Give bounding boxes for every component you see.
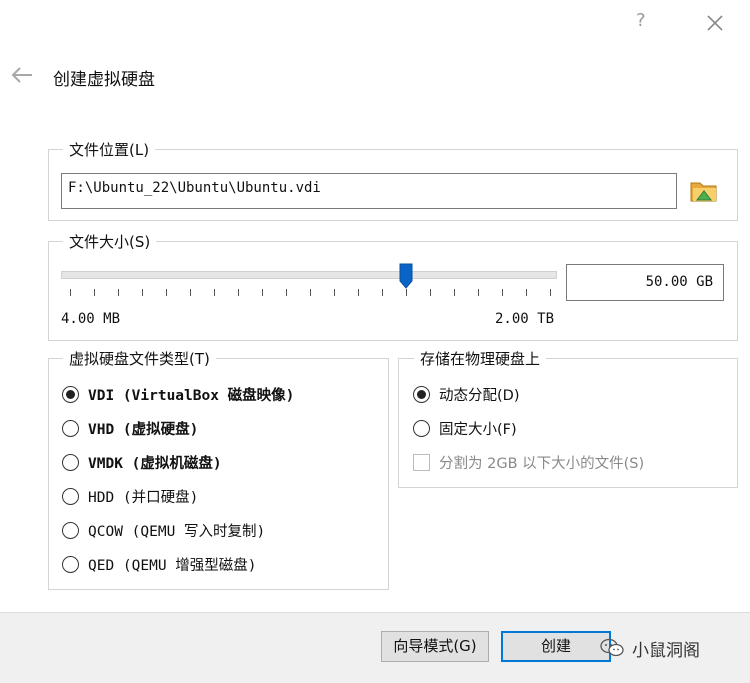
file-size-slider[interactable]	[61, 271, 557, 279]
help-button[interactable]: ?	[636, 10, 646, 31]
slider-tick	[526, 289, 527, 296]
max-size-label: 2.00 TB	[495, 311, 555, 327]
min-size-label: 4.00 MB	[61, 311, 121, 327]
slider-tick	[358, 289, 359, 296]
slider-tick	[286, 289, 287, 296]
radio-label: HDD (并口硬盘)	[88, 489, 199, 506]
slider-tick	[550, 289, 551, 296]
slider-tick	[454, 289, 455, 296]
radio-qed[interactable]: QED (QEMU 增强型磁盘)	[62, 553, 257, 575]
radio-label: 固定大小(F)	[439, 421, 517, 438]
wechat-icon	[600, 638, 624, 657]
radio-label: QED (QEMU 增强型磁盘)	[88, 557, 257, 574]
slider-tick	[430, 289, 431, 296]
radio-label: QCOW (QEMU 写入时复制)	[88, 523, 266, 540]
radio-button[interactable]	[62, 521, 79, 539]
radio-hdd[interactable]: HDD (并口硬盘)	[62, 485, 198, 507]
radio-vdi[interactable]: VDI (VirtualBox 磁盘映像)	[62, 383, 294, 405]
slider-tick	[310, 289, 311, 296]
slider-tick	[502, 289, 503, 296]
radio-qcow[interactable]: QCOW (QEMU 写入时复制)	[62, 519, 265, 541]
folder-icon[interactable]	[689, 176, 719, 204]
slider-tick	[478, 289, 479, 296]
radio-button[interactable]	[62, 419, 79, 437]
slider-tick	[334, 289, 335, 296]
radio-vhd[interactable]: VHD (虚拟硬盘)	[62, 417, 198, 439]
radio-fixed[interactable]: 固定大小(F)	[413, 417, 517, 439]
radio-button[interactable]	[413, 385, 430, 403]
file-location-legend: 文件位置(L)	[63, 139, 156, 160]
checkbox-label: 分割为 2GB 以下大小的文件(S)	[439, 455, 645, 472]
radio-label: VHD (虚拟硬盘)	[88, 421, 199, 438]
radio-label: VDI (VirtualBox 磁盘映像)	[88, 387, 295, 404]
watermark-text: 小鼠洞阁	[632, 641, 700, 661]
radio-button[interactable]	[413, 419, 430, 437]
slider-tick	[142, 289, 143, 296]
back-arrow-icon[interactable]	[8, 64, 36, 86]
radio-label: 动态分配(D)	[439, 387, 520, 404]
file-path-input[interactable]: F:\Ubuntu_22\Ubuntu\Ubuntu.vdi	[61, 173, 677, 209]
radio-dynamic[interactable]: 动态分配(D)	[413, 383, 519, 405]
slider-tick	[166, 289, 167, 296]
dialog-title: 创建虚拟硬盘	[53, 70, 155, 90]
create-button[interactable]: 创建	[501, 631, 611, 662]
radio-button[interactable]	[62, 385, 79, 403]
radio-label: VMDK (虚拟机磁盘)	[88, 455, 222, 472]
slider-tick	[382, 289, 383, 296]
file-size-input[interactable]: 50.00 GB	[566, 264, 724, 301]
file-size-legend: 文件大小(S)	[63, 231, 157, 252]
slider-tick	[214, 289, 215, 296]
radio-button[interactable]	[62, 453, 79, 471]
slider-tick	[70, 289, 71, 296]
radio-button[interactable]	[62, 555, 79, 573]
slider-tick	[190, 289, 191, 296]
slider-tick	[118, 289, 119, 296]
slider-handle[interactable]	[399, 263, 413, 289]
disk-type-legend: 虚拟硬盘文件类型(T)	[63, 348, 216, 369]
storage-legend: 存储在物理硬盘上	[414, 348, 547, 369]
slider-tick	[406, 289, 407, 296]
slider-tick	[94, 289, 95, 296]
radio-vmdk[interactable]: VMDK (虚拟机磁盘)	[62, 451, 222, 473]
slider-tick	[238, 289, 239, 296]
split-files-checkbox[interactable]: 分割为 2GB 以下大小的文件(S)	[413, 451, 644, 473]
wizard-mode-button[interactable]: 向导模式(G)	[381, 631, 489, 662]
close-icon[interactable]	[702, 10, 728, 36]
radio-button[interactable]	[62, 487, 79, 505]
checkbox[interactable]	[413, 453, 430, 471]
slider-tick	[262, 289, 263, 296]
